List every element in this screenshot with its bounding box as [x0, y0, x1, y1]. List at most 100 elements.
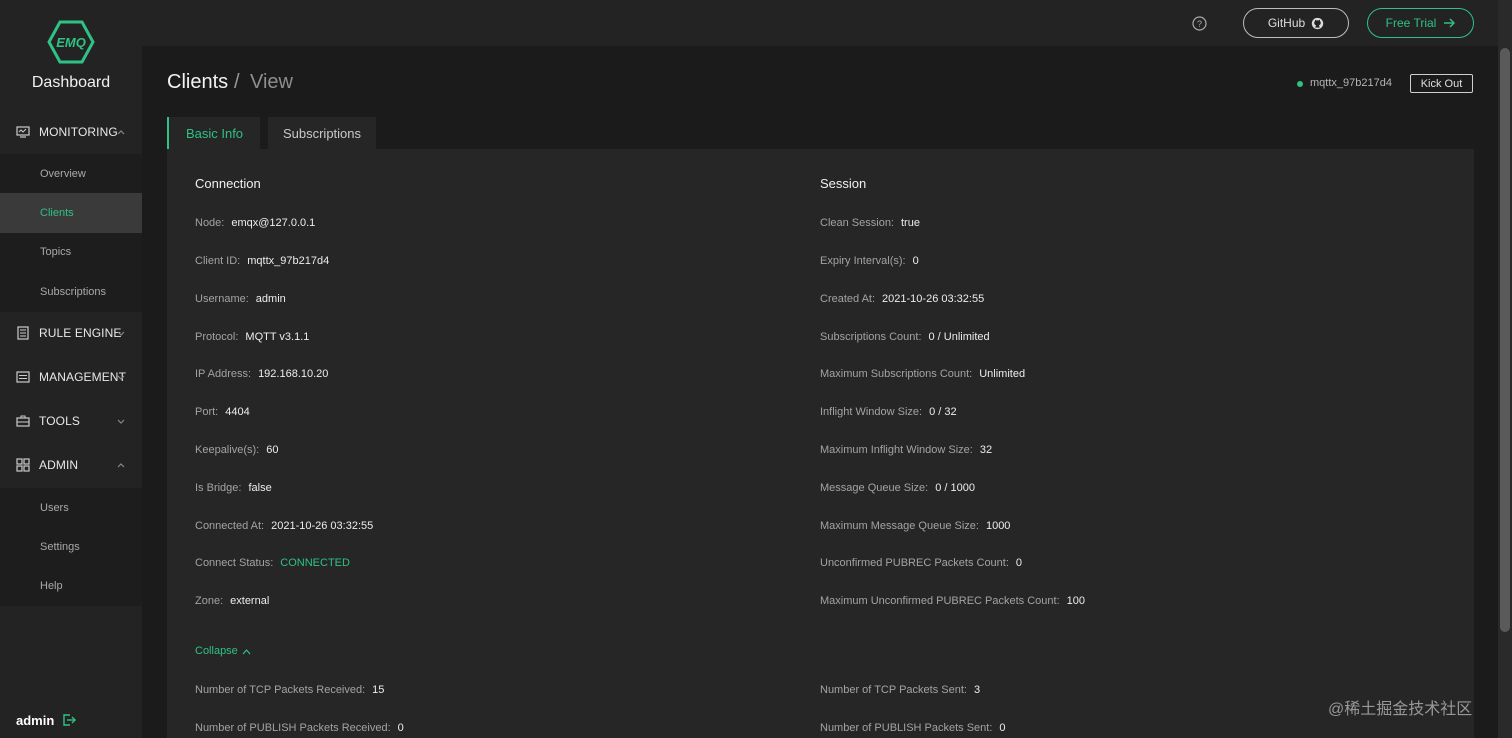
field-created-at: Created At: 2021-10-26 03:32:55 [820, 293, 984, 305]
field-key: Created At: [820, 293, 876, 305]
menu-rule-engine[interactable]: RULE ENGINE [0, 311, 142, 355]
menu-admin-label: ADMIN [39, 458, 79, 472]
field-value: mqttx_97b217d4 [247, 255, 330, 267]
page-scrollbar-thumb[interactable] [1500, 48, 1510, 632]
arrow-right-icon [1444, 18, 1456, 28]
field-max-message-queue-size: Maximum Message Queue Size: 1000 [820, 520, 1010, 532]
field-value: 0 [397, 722, 404, 734]
field-unconfirmed-pubrec: Unconfirmed PUBREC Packets Count: 0 [820, 557, 1022, 569]
field-value: 0 [912, 255, 919, 267]
watermark: @稀土掘金技术社区 [1328, 701, 1473, 718]
menu-management[interactable]: MANAGEMENT [0, 355, 142, 399]
logout-icon[interactable] [62, 713, 76, 727]
field-publish-sent: Number of PUBLISH Packets Sent: 0 [820, 722, 1006, 734]
field-key: Connect Status: [195, 557, 274, 569]
list-icon [16, 371, 30, 383]
field-key: Node: [195, 217, 225, 229]
field-value: 1000 [985, 520, 1011, 532]
sidebar-item-help[interactable]: Help [0, 567, 142, 606]
breadcrumb-view: View [250, 71, 293, 93]
field-protocol: Protocol: MQTT v3.1.1 [195, 331, 309, 343]
chevron-down-icon [117, 331, 125, 336]
free-trial-label: Free Trial [1385, 16, 1437, 30]
sidebar-item-settings[interactable]: Settings [0, 527, 142, 566]
chevron-down-icon [117, 419, 125, 424]
github-button[interactable]: GitHub [1243, 8, 1349, 38]
breadcrumb-clients[interactable]: Clients [167, 71, 228, 94]
field-expiry-interval: Expiry Interval(s): 0 [820, 255, 919, 267]
menu-admin[interactable]: ADMIN [0, 443, 142, 487]
field-key: Number of TCP Packets Received: [195, 684, 366, 696]
sidebar: EMQ Dashboard MONITORING Overview Client… [0, 0, 142, 738]
field-message-queue-size: Message Queue Size: 0 / 1000 [820, 482, 975, 494]
kick-out-button[interactable]: Kick Out [1410, 74, 1473, 93]
field-value: 32 [979, 444, 993, 456]
field-key: Is Bridge: [195, 482, 242, 494]
emq-logo[interactable]: EMQ [47, 20, 95, 64]
field-ip-address: IP Address: 192.168.10.20 [195, 368, 328, 380]
menu-management-label: MANAGEMENT [39, 370, 127, 384]
sidebar-item-overview[interactable]: Overview [0, 154, 142, 193]
sidebar-item-topics[interactable]: Topics [0, 233, 142, 272]
field-max-inflight-window-size: Maximum Inflight Window Size: 32 [820, 444, 992, 456]
field-connected-at: Connected At: 2021-10-26 03:32:55 [195, 520, 373, 532]
collapse-toggle[interactable]: Collapse [195, 645, 251, 657]
submenu-admin: Users Settings Help [0, 488, 142, 607]
field-value: 0 / 32 [929, 406, 957, 418]
field-value: 15 [372, 684, 385, 696]
field-value: 2021-10-26 03:32:55 [882, 293, 985, 305]
sidebar-item-subscriptions[interactable]: Subscriptions [0, 272, 142, 311]
field-username: Username: admin [195, 293, 286, 305]
field-key: Connected At: [195, 520, 265, 532]
sidebar-item-users[interactable]: Users [0, 488, 142, 527]
field-key: Message Queue Size: [820, 482, 929, 494]
field-key: Username: [195, 293, 249, 305]
brand-title: Dashboard [31, 74, 111, 91]
field-value: 0 [1015, 557, 1023, 569]
field-value: emqx@127.0.0.1 [231, 217, 316, 229]
field-value: MQTT v3.1.1 [245, 331, 310, 343]
github-icon [1311, 17, 1324, 29]
monitor-icon [16, 126, 30, 138]
field-key: Maximum Message Queue Size: [820, 520, 979, 532]
field-key: Number of PUBLISH Packets Received: [195, 722, 391, 734]
field-zone: Zone: external [195, 595, 269, 607]
field-value: 2021-10-26 03:32:55 [271, 520, 374, 532]
field-publish-received: Number of PUBLISH Packets Received: 0 [195, 722, 404, 734]
field-inflight-window-size: Inflight Window Size: 0 / 32 [820, 406, 957, 418]
connect-status-badge: CONNECTED [280, 557, 350, 569]
field-key: Unconfirmed PUBREC Packets Count: [820, 557, 1009, 569]
field-clean-session: Clean Session: true [820, 217, 920, 229]
breadcrumb-separator: / [234, 71, 240, 93]
field-max-unconfirmed-pubrec: Maximum Unconfirmed PUBREC Packets Count… [820, 595, 1085, 607]
field-key: Maximum Subscriptions Count: [820, 368, 973, 380]
current-user: admin [16, 713, 55, 728]
field-value: admin [255, 293, 286, 305]
submenu-monitoring: Overview Clients Topics Subscriptions [0, 154, 142, 312]
field-key: Maximum Inflight Window Size: [820, 444, 973, 456]
tab-subscriptions[interactable]: Subscriptions [268, 117, 376, 150]
field-key: Inflight Window Size: [820, 406, 923, 418]
field-keepalive: Keepalive(s): 60 [195, 444, 278, 456]
menu-tools[interactable]: TOOLS [0, 399, 142, 443]
field-key: Maximum Unconfirmed PUBREC Packets Count… [820, 595, 1060, 607]
help-icon[interactable]: ? [1192, 16, 1207, 31]
field-subscriptions-count: Subscriptions Count: 0 / Unlimited [820, 331, 990, 343]
field-client-id: Client ID: mqttx_97b217d4 [195, 255, 329, 267]
sidebar-item-clients[interactable]: Clients [0, 193, 142, 233]
header-client-id: mqttx_97b217d4 [1310, 77, 1392, 89]
session-title: Session [820, 176, 867, 191]
field-value: 0 / Unlimited [928, 331, 990, 343]
field-max-subscriptions-count: Maximum Subscriptions Count: Unlimited [820, 368, 1025, 380]
field-value: 100 [1066, 595, 1085, 607]
free-trial-button[interactable]: Free Trial [1367, 8, 1474, 38]
field-tcp-sent: Number of TCP Packets Sent: 3 [820, 684, 980, 696]
tab-basic-info[interactable]: Basic Info [167, 117, 260, 150]
document-icon [17, 326, 29, 340]
field-value: 60 [266, 444, 279, 456]
field-tcp-received: Number of TCP Packets Received: 15 [195, 684, 384, 696]
menu-monitoring[interactable]: MONITORING [0, 110, 142, 154]
github-button-label: GitHub [1267, 16, 1306, 30]
field-key: Protocol: [195, 331, 239, 343]
chevron-up-icon [117, 130, 125, 135]
